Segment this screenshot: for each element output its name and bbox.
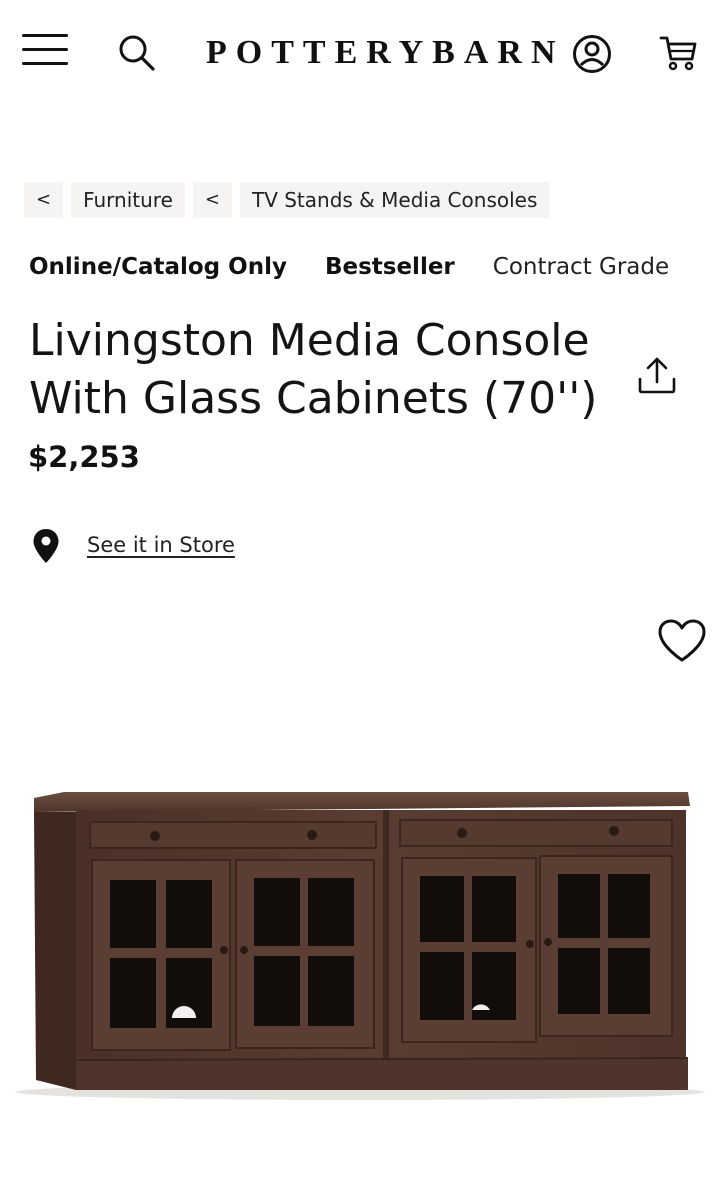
breadcrumb-item-furniture[interactable]: Furniture <box>71 182 185 218</box>
search-icon[interactable] <box>116 32 156 72</box>
product-title: Livingston Media Console With Glass Cabi… <box>29 312 619 428</box>
location-pin-icon <box>33 529 59 563</box>
breadcrumb: < Furniture < TV Stands & Media Consoles <box>24 182 550 218</box>
badge-contract-grade: Contract Grade <box>492 254 670 280</box>
breadcrumb-back-tv-stands[interactable]: < <box>192 182 232 218</box>
brand-logo[interactable]: POTTERYBARN <box>206 30 565 76</box>
product-title-line2: With Glass Cabinets (70'') <box>29 373 598 424</box>
badge-bestseller: Bestseller <box>324 254 455 280</box>
breadcrumb-back-furniture[interactable]: < <box>24 182 64 218</box>
breadcrumb-item-tv-stands[interactable]: TV Stands & Media Consoles <box>239 182 550 218</box>
product-badges: Online/Catalog Only Bestseller Contract … <box>29 254 669 280</box>
badge-online-catalog: Online/Catalog Only <box>29 254 287 280</box>
account-icon[interactable] <box>572 34 612 74</box>
cart-icon[interactable] <box>658 33 698 73</box>
wishlist-heart-icon[interactable] <box>656 618 708 664</box>
share-icon[interactable] <box>636 355 678 397</box>
see-in-store-link[interactable]: See it in Store <box>87 533 235 557</box>
product-image[interactable] <box>0 760 719 1140</box>
menu-icon[interactable] <box>22 34 68 66</box>
product-title-line1: Livingston Media Console <box>29 315 590 366</box>
site-header: POTTERYBARN <box>0 0 719 110</box>
product-price: $2,253 <box>28 440 140 474</box>
